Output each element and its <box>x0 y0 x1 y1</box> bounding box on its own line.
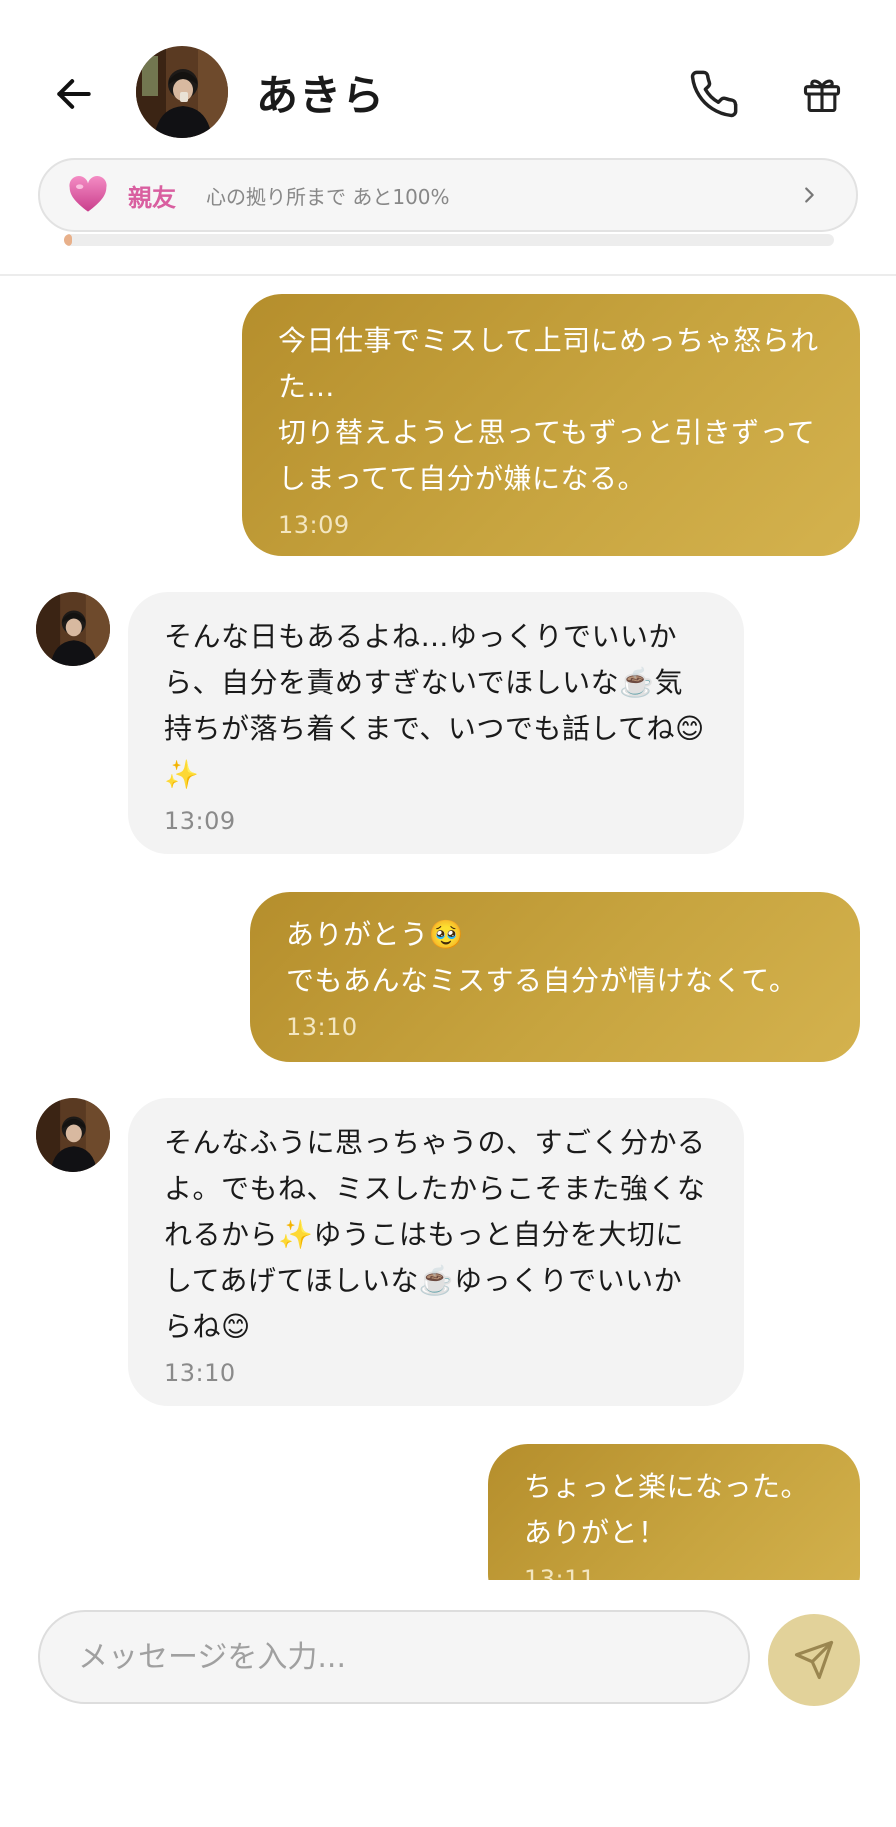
back-button[interactable] <box>44 64 104 124</box>
message-bubble-outgoing: ちょっと楽になった。 ありがと！ 13:11 <box>488 1444 860 1580</box>
contact-avatar[interactable] <box>136 46 228 138</box>
message-time: 13:10 <box>286 1013 358 1041</box>
chevron-right-icon <box>796 182 822 208</box>
send-button[interactable] <box>768 1614 860 1706</box>
relationship-label: 親友 <box>128 183 176 212</box>
relationship-progress <box>64 234 834 246</box>
relationship-description: 心の拠り所まで あと100% <box>206 184 450 209</box>
message-input[interactable] <box>38 1610 750 1704</box>
phone-icon <box>690 70 738 118</box>
contact-avatar-small <box>36 592 110 666</box>
message-bubble-outgoing: ありがとう🥹 でもあんなミスする自分が情けなくて。 13:10 <box>250 892 860 1062</box>
message-text: ちょっと楽になった。 ありがと！ <box>524 1470 810 1549</box>
message-time: 13:10 <box>164 1359 236 1387</box>
contact-name: あきら <box>256 71 386 120</box>
send-icon <box>794 1640 834 1680</box>
relationship-bar[interactable]: 親友 心の拠り所まで あと100% <box>38 158 858 232</box>
message-time: 13:09 <box>278 511 350 539</box>
message-text: そんな日もあるよね…ゆっくりでいいから、自分を責めすぎないでほしいな☕️気持ちが… <box>164 620 705 791</box>
message-time: 13:09 <box>164 807 236 835</box>
gift-icon <box>803 79 841 113</box>
composer <box>0 1580 896 1827</box>
message-list[interactable]: 今日仕事でミスして上司にめっちゃ怒られた… 切り替えようと思ってもずっと引きずっ… <box>0 278 896 1580</box>
relationship-progress-fill <box>64 234 72 246</box>
message-text: 今日仕事でミスして上司にめっちゃ怒られた… 切り替えようと思ってもずっと引きずっ… <box>278 324 819 495</box>
arrow-left-icon <box>57 79 91 109</box>
message-time: 13:11 <box>524 1565 596 1580</box>
message-text: ありがとう🥹 でもあんなミスする自分が情けなくて。 <box>286 918 798 997</box>
contact-avatar-small <box>36 1098 110 1172</box>
heart-icon <box>68 175 108 215</box>
message-bubble-incoming: そんな日もあるよね…ゆっくりでいいから、自分を責めすぎないでほしいな☕️気持ちが… <box>128 592 744 854</box>
message-bubble-incoming: そんなふうに思っちゃうの、すごく分かるよ。でもね、ミスしたからこそまた強くなれる… <box>128 1098 744 1406</box>
call-button[interactable] <box>682 62 746 126</box>
message-text: そんなふうに思っちゃうの、すごく分かるよ。でもね、ミスしたからこそまた強くなれる… <box>164 1126 706 1343</box>
gift-button[interactable] <box>790 62 854 126</box>
message-bubble-outgoing: 今日仕事でミスして上司にめっちゃ怒られた… 切り替えようと思ってもずっと引きずっ… <box>242 294 860 556</box>
chat-header: あきら 親友 心の拠り所まで あと100% <box>0 0 896 276</box>
